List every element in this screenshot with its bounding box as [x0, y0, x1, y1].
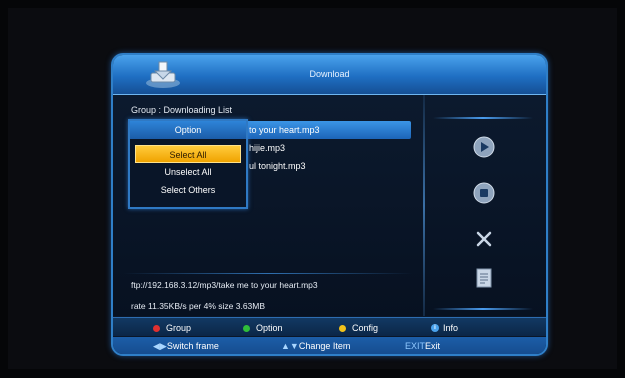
option-menu-header: Option — [130, 121, 246, 139]
switch-frame-hint: ◀▶Switch frame — [153, 341, 219, 352]
delete-icon[interactable] — [473, 228, 495, 250]
config-key[interactable]: Config — [339, 322, 378, 334]
notes-icon[interactable] — [473, 267, 495, 289]
change-item-label: Change Item — [298, 341, 351, 351]
navigation-hints: ◀▶Switch frame ▲▼Change Item EXITExit — [113, 337, 546, 354]
main-content: Group : Downloading List to your heart.m… — [113, 95, 546, 316]
stop-icon[interactable] — [473, 182, 495, 204]
config-key-label: Config — [352, 323, 379, 333]
group-key-label: Group — [166, 323, 192, 333]
exit-key-label: EXIT — [405, 341, 426, 351]
play-icon[interactable] — [473, 136, 495, 158]
exit-label: Exit — [425, 341, 441, 351]
group-label: Group : Downloading List — [131, 105, 233, 115]
exit-hint[interactable]: EXITExit — [405, 341, 440, 351]
yellow-key-icon — [339, 324, 346, 332]
status-separator — [123, 273, 413, 274]
switch-frame-label: Switch frame — [166, 341, 219, 351]
info-key[interactable]: i Info — [431, 322, 458, 334]
unselect-all-option[interactable]: Unselect All — [135, 163, 241, 181]
up-down-arrows-icon: ▲▼ — [281, 341, 299, 351]
option-popup-menu: Option Select All Unselect All Select Ot… — [128, 119, 248, 209]
info-icon: i — [431, 324, 439, 332]
red-key-icon — [153, 324, 160, 332]
green-key-icon — [243, 324, 250, 332]
color-key-legend: Group Option Config i Info — [113, 317, 546, 336]
left-right-arrows-icon: ◀▶ — [153, 341, 167, 351]
option-key-label: Option — [256, 323, 283, 333]
select-others-option[interactable]: Select Others — [135, 181, 241, 199]
group-key[interactable]: Group — [153, 322, 191, 334]
transfer-rate-text: rate 11.35KB/s per 4% size 3.63MB — [131, 301, 266, 311]
change-item-hint: ▲▼Change Item — [281, 341, 350, 351]
screen-frame: Download Group : Downloading List to you… — [8, 8, 617, 369]
panel-divider — [423, 95, 425, 316]
title-bar: Download — [113, 55, 546, 95]
download-window: Download Group : Downloading List to you… — [111, 53, 548, 356]
control-panel-top-line — [433, 117, 533, 119]
option-key[interactable]: Option — [243, 322, 283, 334]
window-title: Download — [309, 69, 350, 79]
control-panel-bottom-line — [433, 308, 533, 310]
ftp-path-text: ftp://192.168.3.12/mp3/take me to your h… — [131, 280, 318, 290]
select-all-option[interactable]: Select All — [135, 145, 241, 163]
info-key-label: Info — [443, 323, 459, 333]
